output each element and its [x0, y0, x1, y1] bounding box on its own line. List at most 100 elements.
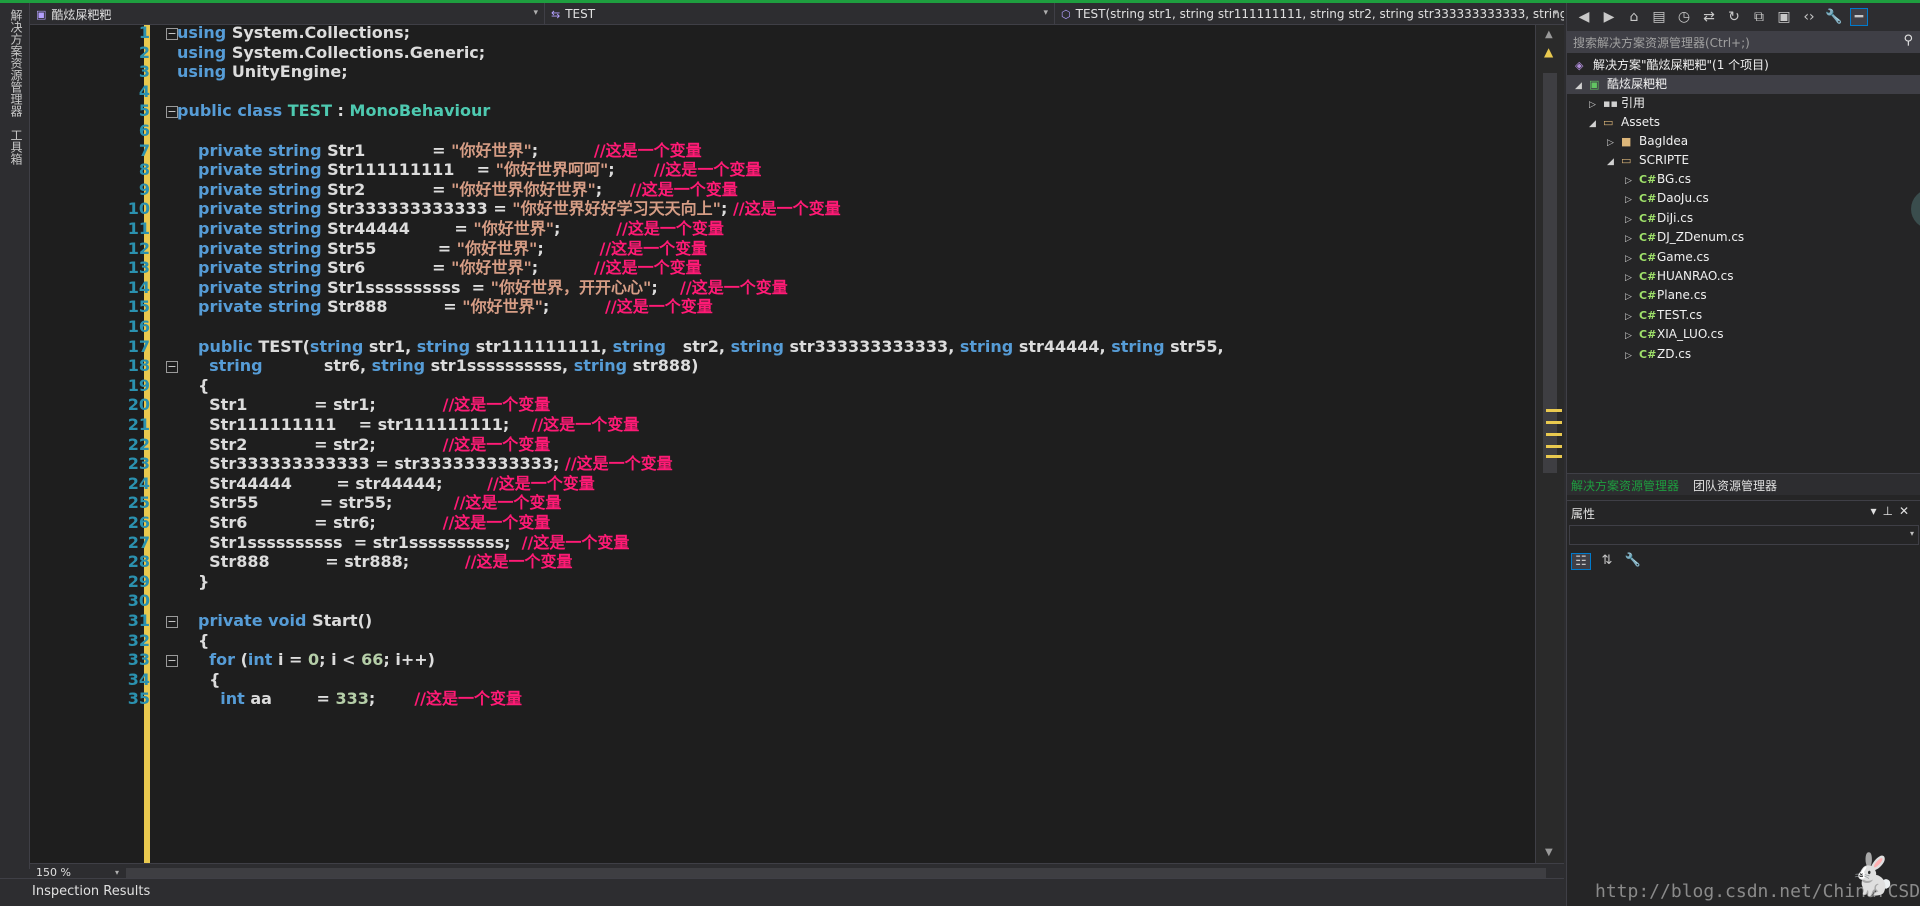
code-line[interactable]: 31 − private void Start(): [30, 611, 1535, 631]
auto-hide-pin-icon[interactable]: ━: [1850, 8, 1868, 26]
code-line[interactable]: 22 Str2 = str2; //这是一个变量: [30, 435, 1535, 455]
code-line[interactable]: 19 {: [30, 376, 1535, 396]
tree-item-solution[interactable]: ◈ 解决方案"酷炫屎粑粑"(1 个项目): [1567, 56, 1920, 75]
solution-explorer-search-input[interactable]: 搜索解决方案资源管理器(Ctrl+;) ⚲: [1567, 31, 1920, 53]
code-line[interactable]: 5− public class TEST : MonoBehaviour: [30, 101, 1535, 121]
scroll-down-icon[interactable]: ▼: [1545, 847, 1553, 858]
code-line[interactable]: 7 private string Str1 = "你好世界"; //这是一个变量: [30, 141, 1535, 161]
code-line[interactable]: 13 private string Str6 = "你好世界"; //这是一个变量: [30, 258, 1535, 278]
tree-item-file[interactable]: ▷ C#Game.cs: [1567, 248, 1920, 267]
view-code-icon[interactable]: ‹›: [1800, 9, 1818, 25]
code-line[interactable]: 21 Str111111111 = str111111111; //这是一个变量: [30, 415, 1535, 435]
tree-item-file[interactable]: ▷ C#Plane.cs: [1567, 286, 1920, 305]
fold-toggle-icon[interactable]: −: [166, 655, 178, 668]
tab-team-explorer[interactable]: 团队资源管理器: [1693, 477, 1777, 494]
collapsed-arrow-icon[interactable]: ▷: [1625, 308, 1639, 327]
code-line[interactable]: 16: [30, 317, 1535, 337]
panel-window-controls[interactable]: ▾⊥✕: [1870, 504, 1915, 518]
code-line[interactable]: 35 int aa = 333; //这是一个变量: [30, 689, 1535, 709]
tree-item-assets[interactable]: ◢ ▭ Assets: [1567, 113, 1920, 132]
tree-item-file[interactable]: ▷ C#BG.cs: [1567, 170, 1920, 189]
collapse-all-icon[interactable]: ⧉: [1750, 9, 1768, 25]
tree-item-bagidea[interactable]: ▷ ■ BagIdea: [1567, 132, 1920, 151]
code-line[interactable]: 24 Str44444 = str44444; //这是一个变量: [30, 474, 1535, 494]
tab-solution-explorer[interactable]: 解决方案资源管理器: [1571, 477, 1679, 494]
code-line[interactable]: 4: [30, 82, 1535, 102]
properties-wrench-icon[interactable]: 🔧: [1825, 9, 1843, 25]
csharp-file-icon: C#: [1639, 289, 1657, 303]
pending-changes-icon[interactable]: ◷: [1675, 9, 1693, 25]
collapsed-arrow-icon[interactable]: ▷: [1625, 250, 1639, 269]
refresh-icon[interactable]: ↻: [1725, 9, 1743, 25]
tree-item-file[interactable]: ▷ C#HUANRAO.cs: [1567, 267, 1920, 286]
tree-item-project[interactable]: ◢ ▣ 酷炫屎粑粑: [1567, 75, 1920, 94]
overview-mark: [1546, 421, 1562, 424]
code-line[interactable]: 8 private string Str111111111 = "你好世界呵呵";…: [30, 160, 1535, 180]
code-line[interactable]: 12 private string Str55 = "你好世界"; //这是一个变…: [30, 239, 1535, 259]
tree-item-references[interactable]: ▷ ▪▪ 引用: [1567, 94, 1920, 113]
fold-toggle-icon[interactable]: −: [166, 616, 178, 628]
horizontal-scrollbar[interactable]: [126, 868, 1546, 878]
code-line[interactable]: 17 public TEST(string str1, string str111…: [30, 337, 1535, 357]
properties-object-dropdown[interactable]: ▾: [1569, 525, 1919, 545]
code-line[interactable]: 10 private string Str333333333333 = "你好世界…: [30, 199, 1535, 219]
code-text-area[interactable]: 1− using System.Collections; 2 using System…: [30, 25, 1535, 863]
tree-item-file[interactable]: ▷ C#TEST.cs: [1567, 306, 1920, 325]
code-line[interactable]: 11 private string Str44444 = "你好世界"; //这是…: [30, 219, 1535, 239]
inspection-results-tab[interactable]: Inspection Results: [32, 884, 150, 899]
collapsed-arrow-icon[interactable]: ▷: [1625, 288, 1639, 307]
code-line[interactable]: 25 Str55 = str55; //这是一个变量: [30, 493, 1535, 513]
fold-toggle-icon[interactable]: −: [166, 361, 178, 374]
switch-views-icon[interactable]: ▤: [1650, 9, 1668, 25]
collapsed-arrow-icon[interactable]: ▷: [1625, 191, 1639, 210]
home-icon[interactable]: ⌂: [1625, 9, 1643, 25]
property-pages-icon[interactable]: 🔧: [1623, 553, 1643, 570]
code-line[interactable]: 1− using System.Collections;: [30, 25, 1535, 43]
code-line[interactable]: 26 Str6 = str6; //这是一个变量: [30, 513, 1535, 533]
code-line[interactable]: 15 private string Str888 = "你好世界"; //这是一个…: [30, 297, 1535, 317]
code-line[interactable]: 28 Str888 = str888; //这是一个变量: [30, 552, 1535, 572]
sync-icon[interactable]: ⇄: [1700, 9, 1718, 25]
collapsed-arrow-icon[interactable]: ▷: [1625, 211, 1639, 230]
collapsed-arrow-icon[interactable]: ▷: [1625, 269, 1639, 288]
code-line[interactable]: 20 Str1 = str1; //这是一个变量: [30, 395, 1535, 415]
member-dropdown[interactable]: ⬡ TEST(string str1, string str111111111,…: [1055, 3, 1564, 25]
solution-explorer-side-tab[interactable]: 解决方案资源管理器: [0, 3, 33, 123]
tree-item-file[interactable]: ▷ C#DiJi.cs: [1567, 209, 1920, 228]
code-line[interactable]: 23 Str333333333333 = str333333333333; //…: [30, 454, 1535, 474]
code-line[interactable]: 6: [30, 121, 1535, 141]
code-line[interactable]: 9 private string Str2 = "你好世界你好世界"; //这是一…: [30, 180, 1535, 200]
scrollbar-thumb[interactable]: [1543, 73, 1557, 473]
forward-icon[interactable]: ▶: [1600, 9, 1618, 25]
tree-item-file[interactable]: ▷ C#XIA_LUO.cs: [1567, 325, 1920, 344]
project-dropdown[interactable]: ▣ 酷炫屎粑粑 ▾: [30, 3, 545, 25]
collapsed-arrow-icon[interactable]: ▷: [1625, 172, 1639, 191]
code-line[interactable]: 27 Str1ssssssssss = str1ssssssssss; //这是…: [30, 533, 1535, 553]
tree-item-file[interactable]: ▷ C#ZD.cs: [1567, 345, 1920, 364]
alphabetical-icon[interactable]: ⇅: [1597, 553, 1617, 570]
code-line[interactable]: 34 {: [30, 670, 1535, 690]
code-line[interactable]: 3 using UnityEngine;: [30, 62, 1535, 82]
line-number: 9: [138, 179, 150, 199]
search-icon[interactable]: ⚲: [1903, 33, 1913, 48]
collapsed-arrow-icon[interactable]: ▷: [1625, 347, 1639, 366]
categorized-icon[interactable]: ☷: [1571, 553, 1591, 570]
code-line[interactable]: 30: [30, 591, 1535, 611]
toolbox-side-tab[interactable]: 工具箱: [0, 123, 33, 171]
code-line[interactable]: 18 − string str6, string str1ssssssssss, …: [30, 356, 1535, 376]
show-all-files-icon[interactable]: ▣: [1775, 9, 1793, 25]
class-dropdown[interactable]: ⇆ TEST ▾: [545, 3, 1055, 25]
collapsed-arrow-icon[interactable]: ▷: [1625, 230, 1639, 249]
collapsed-arrow-icon[interactable]: ▷: [1625, 327, 1639, 346]
code-line[interactable]: 14 private string Str1ssssssssss = "你好世界，…: [30, 278, 1535, 298]
code-line[interactable]: 32 {: [30, 631, 1535, 651]
code-line[interactable]: 33 − for (int i = 0; i < 66; i++): [30, 650, 1535, 670]
back-icon[interactable]: ◀: [1575, 9, 1593, 25]
tree-item-scripte[interactable]: ◢ ▭ SCRIPTE: [1567, 151, 1920, 170]
vertical-scrollbar[interactable]: ▲ ▲ ▼: [1535, 25, 1564, 863]
scroll-up-icon[interactable]: ▲: [1545, 29, 1553, 40]
tree-item-file[interactable]: ▷ C#DaoJu.cs: [1567, 189, 1920, 208]
tree-item-file[interactable]: ▷ C#DJ_ZDenum.cs: [1567, 228, 1920, 247]
code-line[interactable]: 2 using System.Collections.Generic;: [30, 43, 1535, 63]
code-line[interactable]: 29}: [30, 572, 1535, 592]
